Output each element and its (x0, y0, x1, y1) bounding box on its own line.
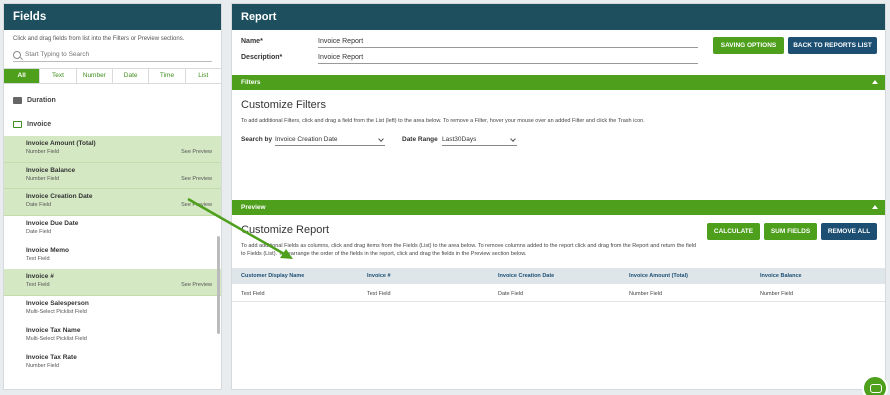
table-cell: Date Field (498, 291, 524, 297)
see-preview-link[interactable]: See Preview (181, 282, 212, 288)
fields-list: Invoice Amount (Total) Number Field See Pr… (4, 136, 221, 377)
field-item[interactable]: Invoice # Text Field See Preview (4, 269, 221, 297)
search-by-value: Invoice Creation Date (275, 136, 338, 143)
report-title: Report (232, 4, 885, 30)
field-type-tabs: All Text Number Date Time List (4, 68, 221, 84)
filters-title: Customize Filters (241, 99, 326, 111)
column-header[interactable]: Invoice Amount (Total) (629, 273, 688, 279)
search-by-select[interactable]: Invoice Creation Date (275, 136, 385, 146)
tab-all[interactable]: All (4, 69, 41, 83)
report-panel: Report Name* Invoice Report Description*… (231, 3, 886, 390)
field-type: Multi-Select Picklist Field (26, 335, 87, 342)
table-cell: Number Field (629, 291, 663, 297)
see-preview-link[interactable]: See Preview (181, 176, 212, 182)
fields-panel-title: Fields (4, 4, 221, 30)
table-cell: Text Field (367, 291, 391, 297)
field-name: Invoice Amount (Total) (26, 140, 96, 147)
field-item[interactable]: Invoice Creation Date Date Field See Previ… (4, 189, 221, 217)
field-search[interactable] (13, 48, 212, 62)
folder-invoice[interactable]: Invoice (4, 112, 221, 136)
tab-number[interactable]: Number (77, 69, 113, 83)
field-name: Invoice Tax Rate (26, 353, 77, 361)
preview-title: Customize Report (241, 224, 330, 236)
remove-all-button[interactable]: REMOVE ALL (821, 223, 877, 240)
chat-bubble-icon[interactable] (862, 375, 888, 395)
description-field[interactable]: Invoice Report (318, 54, 698, 64)
fields-panel-description: Click and drag fields from list into the… (13, 36, 185, 42)
folder-duration[interactable]: Duration (4, 88, 221, 112)
sum-fields-button[interactable]: SUM FIELDS (764, 223, 817, 240)
chevron-down-icon (510, 136, 516, 142)
table-cell: Text Field (241, 291, 265, 297)
search-icon (13, 50, 21, 59)
folder-open-icon (13, 120, 22, 128)
table-cell: Number Field (760, 291, 794, 297)
see-preview-link[interactable]: See Preview (181, 202, 212, 208)
table-row-divider (232, 301, 885, 302)
field-item[interactable]: Invoice Balance Number Field See Preview (4, 162, 221, 190)
folder-label: Duration (27, 96, 56, 104)
field-item[interactable]: Invoice Tax Name Multi-Select Picklist Fi… (4, 323, 221, 350)
see-preview-link[interactable]: See Preview (181, 149, 212, 155)
tab-text[interactable]: Text (40, 69, 77, 83)
field-type: Text Field (26, 255, 50, 262)
date-range-label: Date Range (402, 136, 438, 143)
field-name: Invoice Memo (26, 246, 69, 254)
folder-icon (13, 96, 22, 104)
column-header[interactable]: Customer Display Name (241, 273, 304, 279)
collapse-icon[interactable] (872, 205, 878, 209)
search-by-label: Search by (241, 136, 273, 143)
preview-description: To add additional Fields as columns, cli… (241, 243, 697, 257)
field-item[interactable]: Invoice Amount (Total) Number Field See Pr… (4, 136, 221, 163)
field-name: Invoice Creation Date (26, 193, 93, 201)
collapse-icon[interactable] (872, 80, 878, 84)
field-name: Invoice Due Date (26, 220, 79, 228)
scrollbar[interactable] (217, 236, 220, 334)
filters-bar-label: Filters (241, 79, 261, 86)
column-header[interactable]: Invoice Creation Date (498, 273, 554, 279)
field-item[interactable]: Invoice Due Date Date Field (4, 216, 221, 243)
saving-options-button[interactable]: SAVING OPTIONS (713, 37, 784, 54)
back-to-reports-button[interactable]: BACK TO REPORTS LIST (788, 37, 877, 54)
column-header[interactable]: Invoice Balance (760, 273, 802, 279)
calculate-button[interactable]: CALCULATE (707, 223, 760, 240)
folder-label: Invoice (27, 120, 52, 128)
name-label: Name* (241, 38, 263, 45)
date-range-value: Last30Days (442, 136, 477, 143)
fields-panel: Fields Click and drag fields from list i… (3, 3, 222, 390)
filters-description: To add additional Filters, click and dra… (241, 118, 645, 124)
chevron-down-icon (378, 136, 384, 142)
field-type: Date Field (26, 229, 52, 236)
field-search-input[interactable] (25, 51, 205, 58)
field-item[interactable]: Invoice Salesperson Multi-Select Picklist… (4, 296, 221, 323)
field-name: Invoice Balance (26, 166, 76, 174)
name-field[interactable]: Invoice Report (318, 38, 698, 48)
tab-date[interactable]: Date (113, 69, 150, 83)
description-label: Description* (241, 54, 283, 61)
field-name: Invoice # (26, 273, 54, 281)
field-item[interactable]: Invoice Tax Rate Number Field (4, 350, 221, 377)
tab-list[interactable]: List (186, 69, 221, 83)
field-name: Invoice Tax Name (26, 326, 81, 334)
tab-time[interactable]: Time (149, 69, 186, 83)
field-name: Invoice Salesperson (26, 300, 89, 308)
field-item[interactable]: Invoice Memo Text Field (4, 243, 221, 270)
column-header[interactable]: Invoice # (367, 273, 391, 279)
preview-section-bar[interactable]: Preview (232, 200, 885, 215)
date-range-select[interactable]: Last30Days (442, 136, 517, 146)
field-type: Number Field (26, 362, 60, 369)
preview-bar-label: Preview (241, 204, 266, 211)
field-type: Multi-Select Picklist Field (26, 309, 87, 316)
filters-section-bar[interactable]: Filters (232, 75, 885, 90)
